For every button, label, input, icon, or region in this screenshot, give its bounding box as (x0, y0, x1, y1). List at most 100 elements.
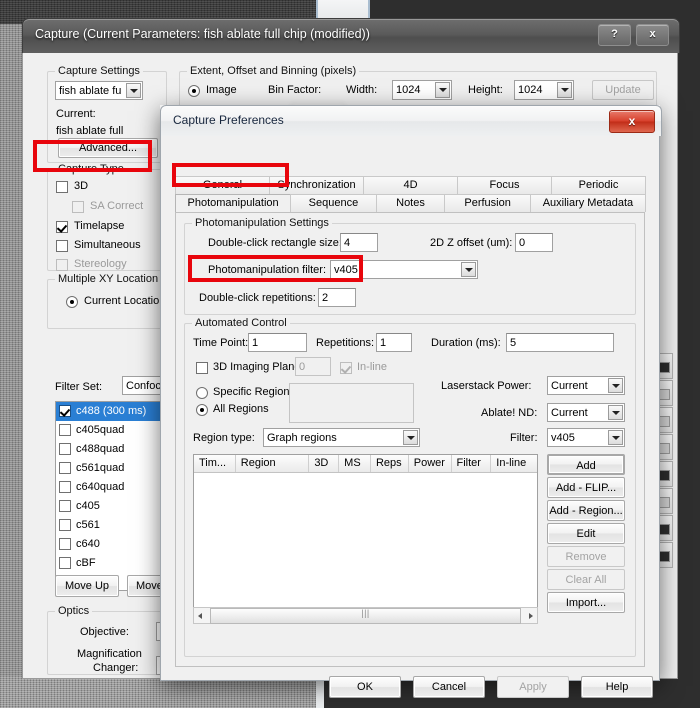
specific-regions-label: Specific Regions (213, 386, 295, 398)
list-item-label: c561quad (76, 462, 125, 474)
column-in-line[interactable]: In-line (491, 455, 537, 472)
chevron-down-icon[interactable] (435, 82, 450, 98)
list-item-checkbox[interactable] (59, 405, 71, 417)
tab-synchronization[interactable]: Synchronization (269, 176, 364, 194)
list-item-checkbox[interactable] (59, 481, 71, 493)
regions-table[interactable]: Tim... Region 3D MS Reps Power Filter In… (193, 454, 538, 624)
tab-sequence[interactable]: Sequence (290, 194, 377, 212)
side-button-icon (659, 416, 670, 427)
checkbox-3d[interactable] (56, 181, 68, 193)
list-item-checkbox[interactable] (59, 462, 71, 474)
add-button[interactable]: Add (547, 454, 625, 475)
list-item[interactable]: c488 (300 ms) (56, 402, 170, 421)
chevron-down-icon[interactable] (608, 430, 623, 445)
tab-notes[interactable]: Notes (375, 194, 446, 212)
help-button-prefs[interactable]: Help (581, 676, 653, 698)
column-ms[interactable]: MS (339, 455, 371, 472)
chevron-down-icon[interactable] (403, 430, 418, 445)
list-item-checkbox[interactable] (59, 500, 71, 512)
width-combo[interactable]: 1024 (392, 80, 452, 100)
laserstack-power-value: Current (551, 380, 588, 392)
move-up-button[interactable]: Move Up (55, 575, 119, 597)
list-item[interactable]: c405quad (56, 421, 170, 440)
scroll-left-icon[interactable] (194, 608, 209, 623)
list-item-checkbox[interactable] (59, 538, 71, 550)
ablate-nd-combo[interactable]: Current (547, 403, 625, 422)
list-item[interactable]: cBF (56, 554, 170, 573)
checkbox-3d-imaging-plane[interactable] (196, 362, 208, 374)
width-value: 1024 (396, 84, 421, 96)
list-item[interactable]: c640quad (56, 478, 170, 497)
radio-image[interactable] (188, 85, 200, 97)
time-point-field[interactable]: 1 (248, 333, 307, 352)
laserstack-power-combo[interactable]: Current (547, 376, 625, 395)
height-combo[interactable]: 1024 (514, 80, 574, 100)
photomanipulation-filter-combo[interactable]: v405 (330, 260, 478, 279)
duration-field[interactable]: 5 (506, 333, 614, 352)
column-filter[interactable]: Filter (452, 455, 492, 472)
tab-perfusion[interactable]: Perfusion (444, 194, 531, 212)
tab-photomanipulation[interactable]: Photomanipulation (175, 194, 292, 212)
region-type-combo[interactable]: Graph regions (263, 428, 420, 447)
tab-focus[interactable]: Focus (457, 176, 552, 194)
list-item[interactable]: c488quad (56, 440, 170, 459)
repetitions-field[interactable]: 1 (376, 333, 412, 352)
control-filter-combo[interactable]: v405 (547, 428, 625, 447)
radio-all-regions[interactable] (196, 404, 208, 416)
scroll-right-icon[interactable] (522, 608, 537, 623)
double-click-repetitions-field[interactable]: 2 (318, 288, 356, 307)
filter-set-list[interactable]: c488 (300 ms) c405quad c488quad c561quad… (55, 401, 171, 591)
objective-label: Objective: (80, 626, 129, 638)
scroll-thumb[interactable] (210, 607, 521, 624)
advanced-button[interactable]: Advanced... (58, 138, 158, 158)
list-item[interactable]: c561 (56, 516, 170, 535)
import-button[interactable]: Import... (547, 592, 625, 613)
list-item-checkbox[interactable] (59, 424, 71, 436)
column-time[interactable]: Tim... (194, 455, 236, 472)
imaging-plane-label: 3D Imaging Plane: (213, 361, 304, 373)
z-offset-field[interactable]: 0 (515, 233, 553, 252)
edit-button[interactable]: Edit (547, 523, 625, 544)
tab-general[interactable]: General (175, 176, 270, 194)
chevron-down-icon[interactable] (608, 405, 623, 420)
list-item-label: c640 (76, 538, 100, 550)
checkbox-simultaneous[interactable] (56, 240, 68, 252)
help-button[interactable]: ? (598, 24, 631, 46)
ok-button[interactable]: OK (329, 676, 401, 698)
close-button[interactable]: x (636, 24, 669, 46)
cancel-button[interactable]: Cancel (413, 676, 485, 698)
label-stereology: Stereology (74, 258, 127, 270)
chevron-down-icon[interactable] (557, 82, 572, 98)
label-timelapse: Timelapse (74, 220, 125, 232)
photomanipulation-filter-label: Photomanipulation filter: (208, 264, 327, 276)
tab-4d[interactable]: 4D (363, 176, 458, 194)
column-reps[interactable]: Reps (371, 455, 409, 472)
radio-specific-regions[interactable] (196, 387, 208, 399)
regions-table-hscrollbar[interactable] (193, 607, 538, 624)
chevron-down-icon[interactable] (126, 83, 141, 98)
list-item[interactable]: c561quad (56, 459, 170, 478)
list-item-checkbox[interactable] (59, 519, 71, 531)
list-item-checkbox[interactable] (59, 443, 71, 455)
tab-periodic[interactable]: Periodic (551, 176, 646, 194)
radio-current-location[interactable] (66, 296, 78, 308)
tab-auxiliary-metadata[interactable]: Auxiliary Metadata (529, 194, 647, 212)
chevron-down-icon[interactable] (461, 262, 476, 277)
column-3d[interactable]: 3D (309, 455, 340, 472)
region-type-label: Region type: (193, 432, 255, 444)
chevron-down-icon[interactable] (608, 378, 623, 393)
column-power[interactable]: Power (409, 455, 452, 472)
capture-titlebar[interactable]: Capture (Current Parameters: fish ablate… (22, 18, 680, 53)
checkbox-timelapse[interactable] (56, 221, 68, 233)
column-region[interactable]: Region (236, 455, 310, 472)
prefs-close-icon[interactable]: x (609, 110, 655, 133)
current-label: Current: (56, 108, 96, 120)
rect-size-field[interactable]: 4 (340, 233, 378, 252)
add-region-button[interactable]: Add - Region... (547, 500, 625, 521)
capture-preset-combo[interactable]: fish ablate fu (55, 81, 143, 100)
add-flip-button[interactable]: Add - FLIP... (547, 477, 625, 498)
list-item[interactable]: c640 (56, 535, 170, 554)
list-item-checkbox[interactable] (59, 557, 71, 569)
prefs-titlebar[interactable]: Capture Preferences x (160, 105, 662, 136)
list-item[interactable]: c405 (56, 497, 170, 516)
